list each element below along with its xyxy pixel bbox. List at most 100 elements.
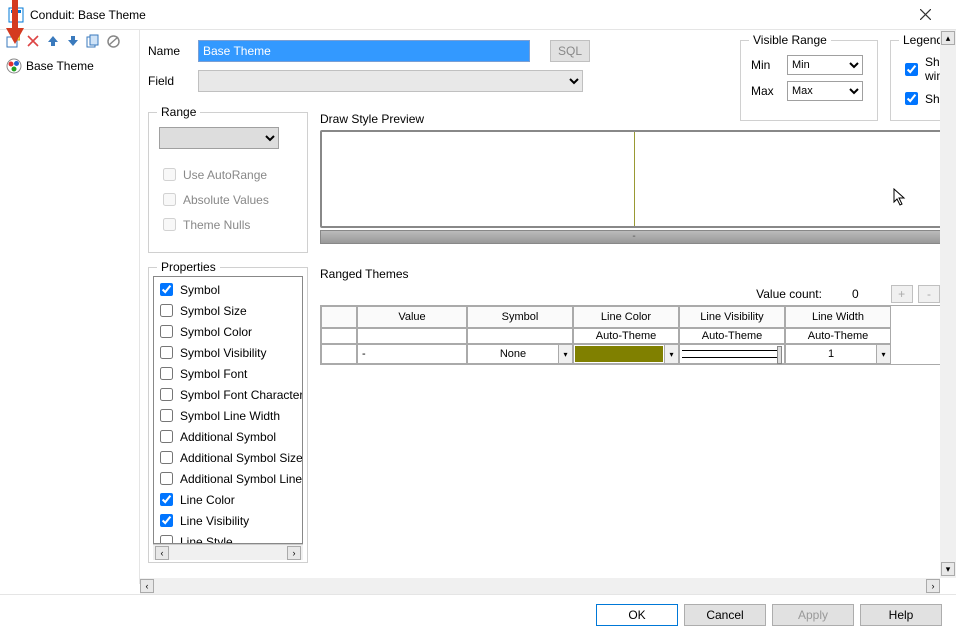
sub-corner xyxy=(321,328,357,344)
max-select[interactable]: Max xyxy=(787,81,863,101)
help-button[interactable]: Help xyxy=(860,604,942,626)
property-checkbox[interactable] xyxy=(160,409,173,422)
property-checkbox[interactable] xyxy=(160,346,173,359)
property-item[interactable]: Line Visibility xyxy=(156,510,300,531)
theme-icon xyxy=(6,58,22,74)
property-item[interactable]: Symbol xyxy=(156,279,300,300)
property-item[interactable]: Line Color xyxy=(156,489,300,510)
property-item[interactable]: Symbol Color xyxy=(156,321,300,342)
content-hscroll[interactable]: ‹ › xyxy=(140,578,940,594)
property-label: Symbol Line Width xyxy=(180,409,280,423)
property-checkbox[interactable] xyxy=(160,388,173,401)
property-checkbox[interactable] xyxy=(160,283,173,296)
col-line-visibility: Line Visibility xyxy=(679,306,785,328)
no-entry-button[interactable] xyxy=(104,32,122,50)
min-select[interactable]: Min xyxy=(787,55,863,75)
show-printed-checkbox[interactable] xyxy=(905,92,918,105)
apply-button[interactable]: Apply xyxy=(772,604,854,626)
row-header[interactable] xyxy=(321,344,357,364)
property-item[interactable]: Symbol Font Characters xyxy=(156,384,300,405)
value-minus-button[interactable]: - xyxy=(918,285,940,303)
property-item[interactable]: Symbol Visibility xyxy=(156,342,300,363)
sub-lc-auto[interactable]: Auto-Theme xyxy=(573,328,679,344)
autorange-checkbox[interactable] xyxy=(163,168,176,181)
property-checkbox[interactable] xyxy=(160,472,173,485)
property-checkbox[interactable] xyxy=(160,304,173,317)
hscroll-right[interactable]: › xyxy=(287,546,301,560)
property-label: Additional Symbol Line xyxy=(180,472,302,486)
range-select[interactable] xyxy=(159,127,279,149)
col-line-width: Line Width xyxy=(785,306,891,328)
close-button[interactable] xyxy=(903,1,948,29)
property-item[interactable]: Additional Symbol Size xyxy=(156,447,300,468)
show-thematic-checkbox[interactable] xyxy=(905,63,918,76)
property-item[interactable]: Additional Symbol Line xyxy=(156,468,300,489)
visibility-slider[interactable] xyxy=(682,350,782,358)
move-up-button[interactable] xyxy=(44,32,62,50)
ranged-table: Value Symbol Line Color Line Visibility … xyxy=(320,305,948,365)
properties-hscroll[interactable]: ‹ › xyxy=(153,544,303,560)
ranged-themes-title: Ranged Themes xyxy=(320,267,948,281)
vscroll-up[interactable]: ▴ xyxy=(941,31,955,45)
preview-left xyxy=(322,132,635,226)
titlebar: Conduit: Base Theme xyxy=(0,0,956,30)
property-checkbox[interactable] xyxy=(160,325,173,338)
autorange-label: Use AutoRange xyxy=(183,168,267,182)
property-checkbox[interactable] xyxy=(160,451,173,464)
copy-button[interactable] xyxy=(84,32,102,50)
sql-button[interactable]: SQL xyxy=(550,40,590,62)
property-label: Additional Symbol xyxy=(180,430,276,444)
property-item[interactable]: Symbol Size xyxy=(156,300,300,321)
property-item[interactable]: Symbol Line Width xyxy=(156,405,300,426)
absolute-checkbox[interactable] xyxy=(163,193,176,206)
property-checkbox[interactable] xyxy=(160,367,173,380)
properties-list[interactable]: Symbol Symbol SizeSymbol ColorSymbol Visi… xyxy=(153,276,303,544)
sub-lv-auto[interactable]: Auto-Theme xyxy=(679,328,785,344)
content-vscroll[interactable]: ▴ ▾ xyxy=(940,30,956,578)
property-checkbox[interactable] xyxy=(160,493,173,506)
property-item[interactable]: Line Style xyxy=(156,531,300,544)
cell-line-visibility[interactable] xyxy=(679,344,785,364)
property-label: Symbol xyxy=(180,283,220,297)
cell-line-color[interactable]: ▾ xyxy=(573,344,679,364)
hscroll-left[interactable]: ‹ xyxy=(155,546,169,560)
chevron-down-icon[interactable]: ▾ xyxy=(558,345,572,363)
property-item[interactable]: Additional Symbol xyxy=(156,426,300,447)
arrow-down-icon xyxy=(67,35,79,47)
property-checkbox[interactable] xyxy=(160,514,173,527)
cell-line-width[interactable]: 1▾ xyxy=(785,344,891,364)
col-value: Value xyxy=(357,306,467,328)
hscroll-right-btn[interactable]: › xyxy=(926,579,940,593)
range-title: Range xyxy=(157,105,200,119)
arrow-up-icon xyxy=(47,35,59,47)
ok-button[interactable]: OK xyxy=(596,604,678,626)
sidebar: Base Theme xyxy=(0,30,140,584)
theme-tree[interactable]: Base Theme xyxy=(0,52,139,584)
sub-lw-auto[interactable]: Auto-Theme xyxy=(785,328,891,344)
property-checkbox[interactable] xyxy=(160,430,173,443)
hscroll-left-btn[interactable]: ‹ xyxy=(140,579,154,593)
cell-symbol[interactable]: None▾ xyxy=(467,344,573,364)
chevron-down-icon[interactable]: ▾ xyxy=(876,345,890,363)
visible-range-title: Visible Range xyxy=(749,33,831,47)
value-plus-button[interactable]: + xyxy=(891,285,913,303)
sub-symbol xyxy=(467,328,573,344)
property-item[interactable]: Symbol Font xyxy=(156,363,300,384)
tree-item-base-theme[interactable]: Base Theme xyxy=(4,56,135,76)
property-label: Line Style xyxy=(180,535,233,545)
delete-button[interactable] xyxy=(24,32,42,50)
field-select[interactable] xyxy=(198,70,583,92)
move-down-button[interactable] xyxy=(64,32,82,50)
draw-preview-footer: - xyxy=(320,230,948,244)
draw-preview[interactable] xyxy=(320,130,948,228)
cell-value[interactable]: - xyxy=(357,344,467,364)
property-label: Symbol Font xyxy=(180,367,247,381)
property-checkbox[interactable] xyxy=(160,535,173,544)
nulls-checkbox[interactable] xyxy=(163,218,176,231)
cancel-button[interactable]: Cancel xyxy=(684,604,766,626)
name-input[interactable] xyxy=(198,40,530,62)
chevron-down-icon[interactable]: ▾ xyxy=(664,345,678,363)
ranged-themes-group: Ranged Themes Value count: 0 + - Value S… xyxy=(320,267,948,563)
vscroll-down[interactable]: ▾ xyxy=(941,562,955,576)
delete-icon xyxy=(27,35,39,47)
